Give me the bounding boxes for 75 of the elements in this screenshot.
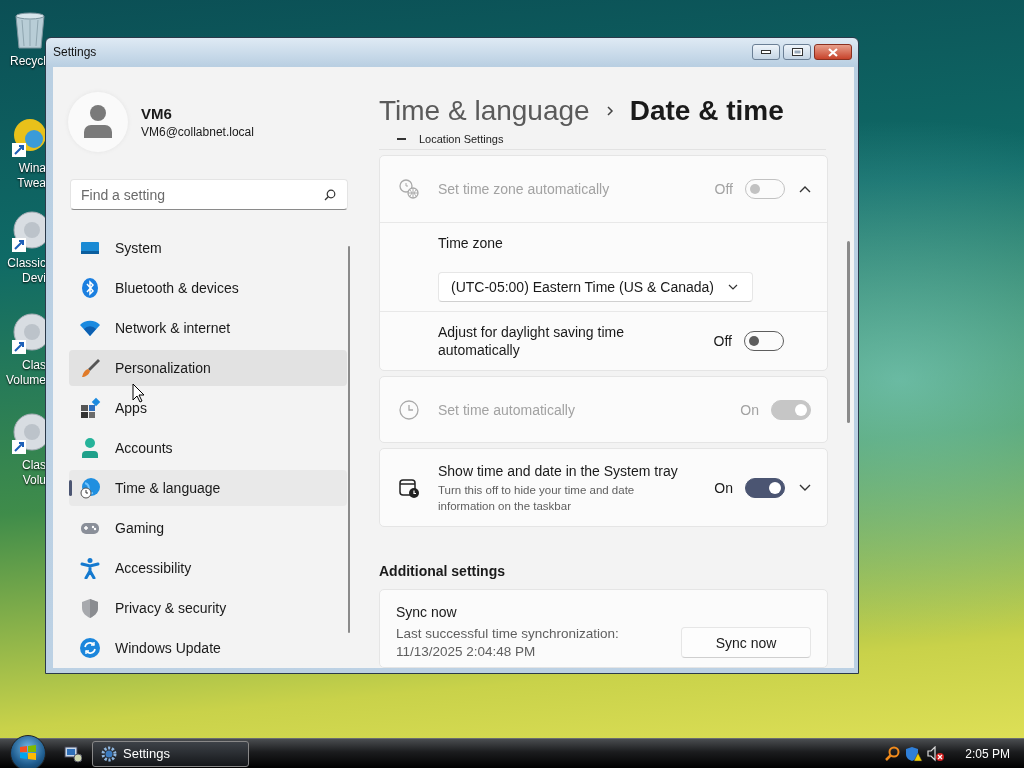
setting-label: Set time zone automatically [438,180,611,199]
breadcrumb-link[interactable]: Time & language [379,95,590,127]
show-desktop-icon[interactable] [64,744,82,763]
account-email: VM6@collabnet.local [141,125,254,139]
setting-label: Sync now [396,604,458,621]
close-icon [828,47,838,57]
shield-warning-icon[interactable] [905,745,924,762]
accessibility-icon [79,557,101,579]
setting-label: Show time and date in the System tray [438,461,679,480]
setting-label: Adjust for daylight saving time automatically [438,323,625,360]
setting-label: Time zone [438,234,503,253]
minimize-button[interactable] [752,44,780,60]
nav-item[interactable]: Time & language [69,470,347,506]
chevron-down-icon[interactable] [799,483,811,492]
flag-icon [19,744,37,762]
mouse-cursor-icon [132,383,145,403]
desktop-icon-label: Classic [7,256,46,271]
apps-icon [79,397,101,419]
close-button[interactable] [814,44,852,60]
toggle-state-text: On [714,479,733,496]
desktop-icon-label: Devi [22,271,46,286]
chevron-down-icon [728,284,738,291]
setting-description: Last successful time synchronization: 11/13/2025 2:04:48 PM [396,625,620,662]
desktop-icon-label: Volu [22,473,46,488]
avatar [68,92,128,152]
page-title: Date & time [629,95,784,127]
desktop-icon-label: Recycl [10,54,46,69]
account-name: VM6 [141,105,173,122]
desktop-icon-label: Clas [22,358,46,373]
maximize-button[interactable] [783,44,811,60]
desktop-icon-label: Clas [22,458,46,473]
search-field[interactable]: Find a setting [70,179,348,210]
globe-clock-icon [79,477,101,499]
brush-icon [79,357,101,379]
sync-icon [79,637,101,659]
toggle-state-text: On [740,401,759,418]
clock-icon [398,398,420,421]
nav-item[interactable]: Privacy & security [69,590,347,626]
setting-description: Turn this off to hide your time and date information on the taskbar [438,482,636,514]
person-icon [79,437,101,459]
taskbar-button[interactable]: Settings [92,740,249,767]
speaker-muted-icon[interactable] [927,745,946,762]
nav-item[interactable]: Gaming [69,510,347,546]
desktop-icon-label: Twea [17,176,46,191]
desktop-icon-label: Volume [5,373,46,388]
setting-label: Set time automatically [438,400,576,419]
minimize-icon [761,50,771,54]
clock-globe-icon [398,178,420,201]
nav-item[interactable]: System [69,230,347,266]
sync-now-button[interactable]: Sync now [681,627,811,659]
section-heading: Additional settings [379,562,506,581]
clock-time: 2:05 PM [965,746,1010,761]
desktop-icon-label: Wina [18,161,46,176]
nav-item[interactable]: Personalization [69,350,347,386]
toggle-switch[interactable] [745,477,785,498]
bluetooth-icon [79,277,101,299]
search-icon [324,189,336,201]
start-button[interactable] [10,735,46,768]
toggle-state-text: Off [714,181,733,198]
nav-item[interactable]: Accounts [69,430,347,466]
setting-label: Location Settings [419,133,504,146]
shield-icon [79,597,101,619]
toggle-state-text: Off [713,333,732,350]
search-icon[interactable] [885,745,902,762]
calendar-clock-icon [398,476,420,499]
chevron-right-icon [605,105,614,117]
time-zone-dropdown[interactable]: (UTC-05:00) Eastern Time (US & Canada) [438,272,753,303]
nav-item[interactable]: Bluetooth & devices [69,270,347,306]
nav-item[interactable]: Windows Update [69,630,347,666]
nav-item[interactable]: Apps [69,390,347,426]
nav-item[interactable]: Accessibility [69,550,347,586]
nav-item[interactable]: Network & internet [69,310,347,346]
gear-icon [101,745,117,762]
window-title: Settings [53,45,98,59]
maximize-icon [791,48,803,56]
